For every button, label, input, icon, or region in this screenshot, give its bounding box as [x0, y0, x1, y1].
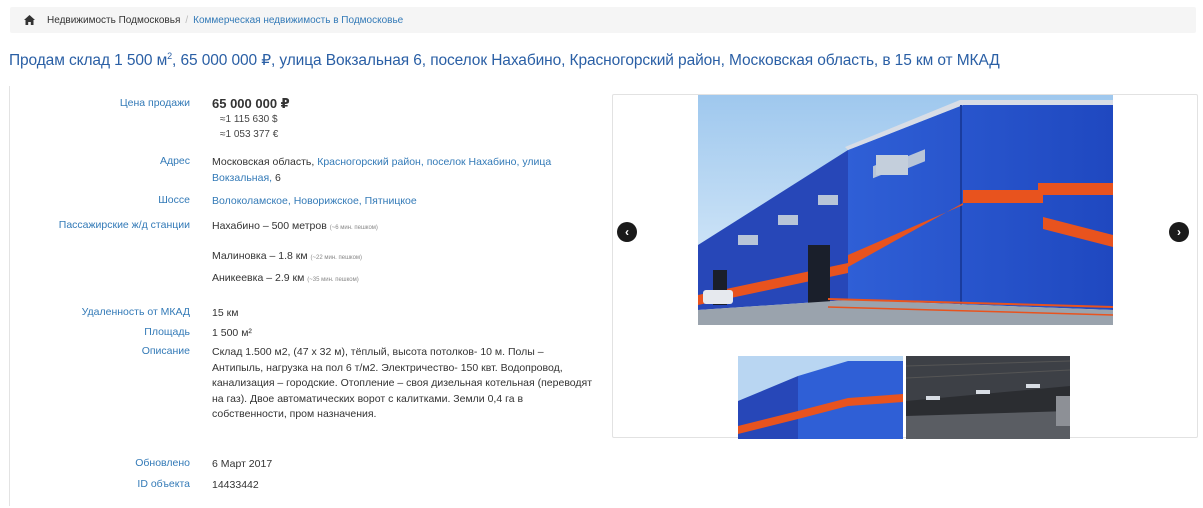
station-item: Аникеевка – 2.9 км (~35 мин. пешком) [212, 271, 597, 289]
chevron-right-icon[interactable]: › [1169, 222, 1189, 242]
area-value: 1 500 м² [212, 327, 252, 339]
address-region: Московская область, [212, 156, 315, 168]
mkad-label: Удаленность от МКАД [81, 306, 190, 318]
price-value: 65 000 000 ₽ [212, 96, 290, 111]
highway-label: Шоссе [158, 194, 190, 206]
station-name: Аникеевка [212, 272, 264, 284]
breadcrumb-separator: / [185, 14, 189, 26]
address-settlement-link[interactable]: поселок Нахабино, [427, 156, 520, 168]
thumbnail-interior[interactable] [906, 356, 1070, 439]
stations-label: Пассажирские ж/д станции [58, 219, 190, 231]
updated-label: Обновлено [135, 457, 190, 469]
address-value: Московская область, Красногорский район,… [212, 155, 597, 186]
address-label: Адрес [159, 155, 190, 167]
description-label: Описание [141, 345, 190, 357]
stations-list: Нахабино – 500 метров (~6 мин. пешком) М… [212, 219, 597, 289]
updated-value: 6 Март 2017 [212, 458, 273, 470]
highway-value: Волоколамское, Новорижское, Пятницкое [212, 194, 597, 210]
breadcrumb: Недвижимость Подмосковья / Коммерческая … [10, 7, 1196, 33]
station-distance: – 1.8 км [266, 250, 308, 262]
page-title: Продам склад 1 500 м2, 65 000 000 ₽, ули… [9, 51, 1000, 70]
photo-gallery: ‹ › [612, 94, 1198, 439]
mkad-value: 15 км [212, 307, 239, 319]
price-value-block: 65 000 000 ₽ ≈1 115 630 $ ≈1 053 377 € [212, 96, 597, 143]
station-walk-time: (~6 мин. пешком) [329, 225, 378, 231]
title-part2: , 65 000 000 ₽, улица Вокзальная 6, посе… [172, 52, 1000, 70]
station-walk-time: (~35 мин. пешком) [307, 277, 359, 283]
highway-link-novorizhskoe[interactable]: Новорижское, [294, 195, 362, 207]
description-value: Склад 1.500 м2, (47 х 32 м), тёплый, выс… [212, 346, 593, 420]
area-label: Площадь [144, 326, 190, 338]
station-distance: – 2.9 км [263, 272, 305, 284]
main-photo[interactable] [698, 95, 1113, 325]
id-value: 14433442 [212, 479, 259, 491]
highway-link-volokolamskoe[interactable]: Волоколамское, [212, 195, 291, 207]
station-distance: – 500 метров [259, 220, 327, 232]
station-item: Малиновка – 1.8 км (~22 мин. пешком) [212, 249, 597, 271]
price-usd: ≈1 115 630 $ [220, 113, 278, 125]
breadcrumb-item-podmoskovie[interactable]: Недвижимость Подмосковья [47, 15, 180, 26]
id-label: ID объекта [137, 478, 190, 490]
home-icon[interactable] [24, 15, 35, 25]
panel-divider [9, 86, 10, 506]
station-name: Малиновка [212, 250, 267, 262]
station-name: Нахабино [212, 220, 260, 232]
station-item: Нахабино – 500 метров (~6 мин. пешком) [212, 219, 597, 249]
thumbnail-exterior[interactable] [738, 356, 903, 439]
station-walk-time: (~22 мин. пешком) [310, 255, 363, 261]
highway-link-pyatnitskoe[interactable]: Пятницкое [365, 195, 417, 207]
price-label: Цена продажи [119, 97, 190, 109]
price-eur: ≈1 053 377 € [220, 129, 279, 140]
breadcrumb-item-commercial[interactable]: Коммерческая недвижимость в Подмосковье [193, 15, 403, 26]
address-district-link[interactable]: Красногорский район, [317, 156, 424, 168]
title-part1: Продам склад 1 500 м [9, 52, 168, 70]
address-house: 6 [274, 171, 281, 184]
chevron-left-icon[interactable]: ‹ [617, 222, 637, 242]
